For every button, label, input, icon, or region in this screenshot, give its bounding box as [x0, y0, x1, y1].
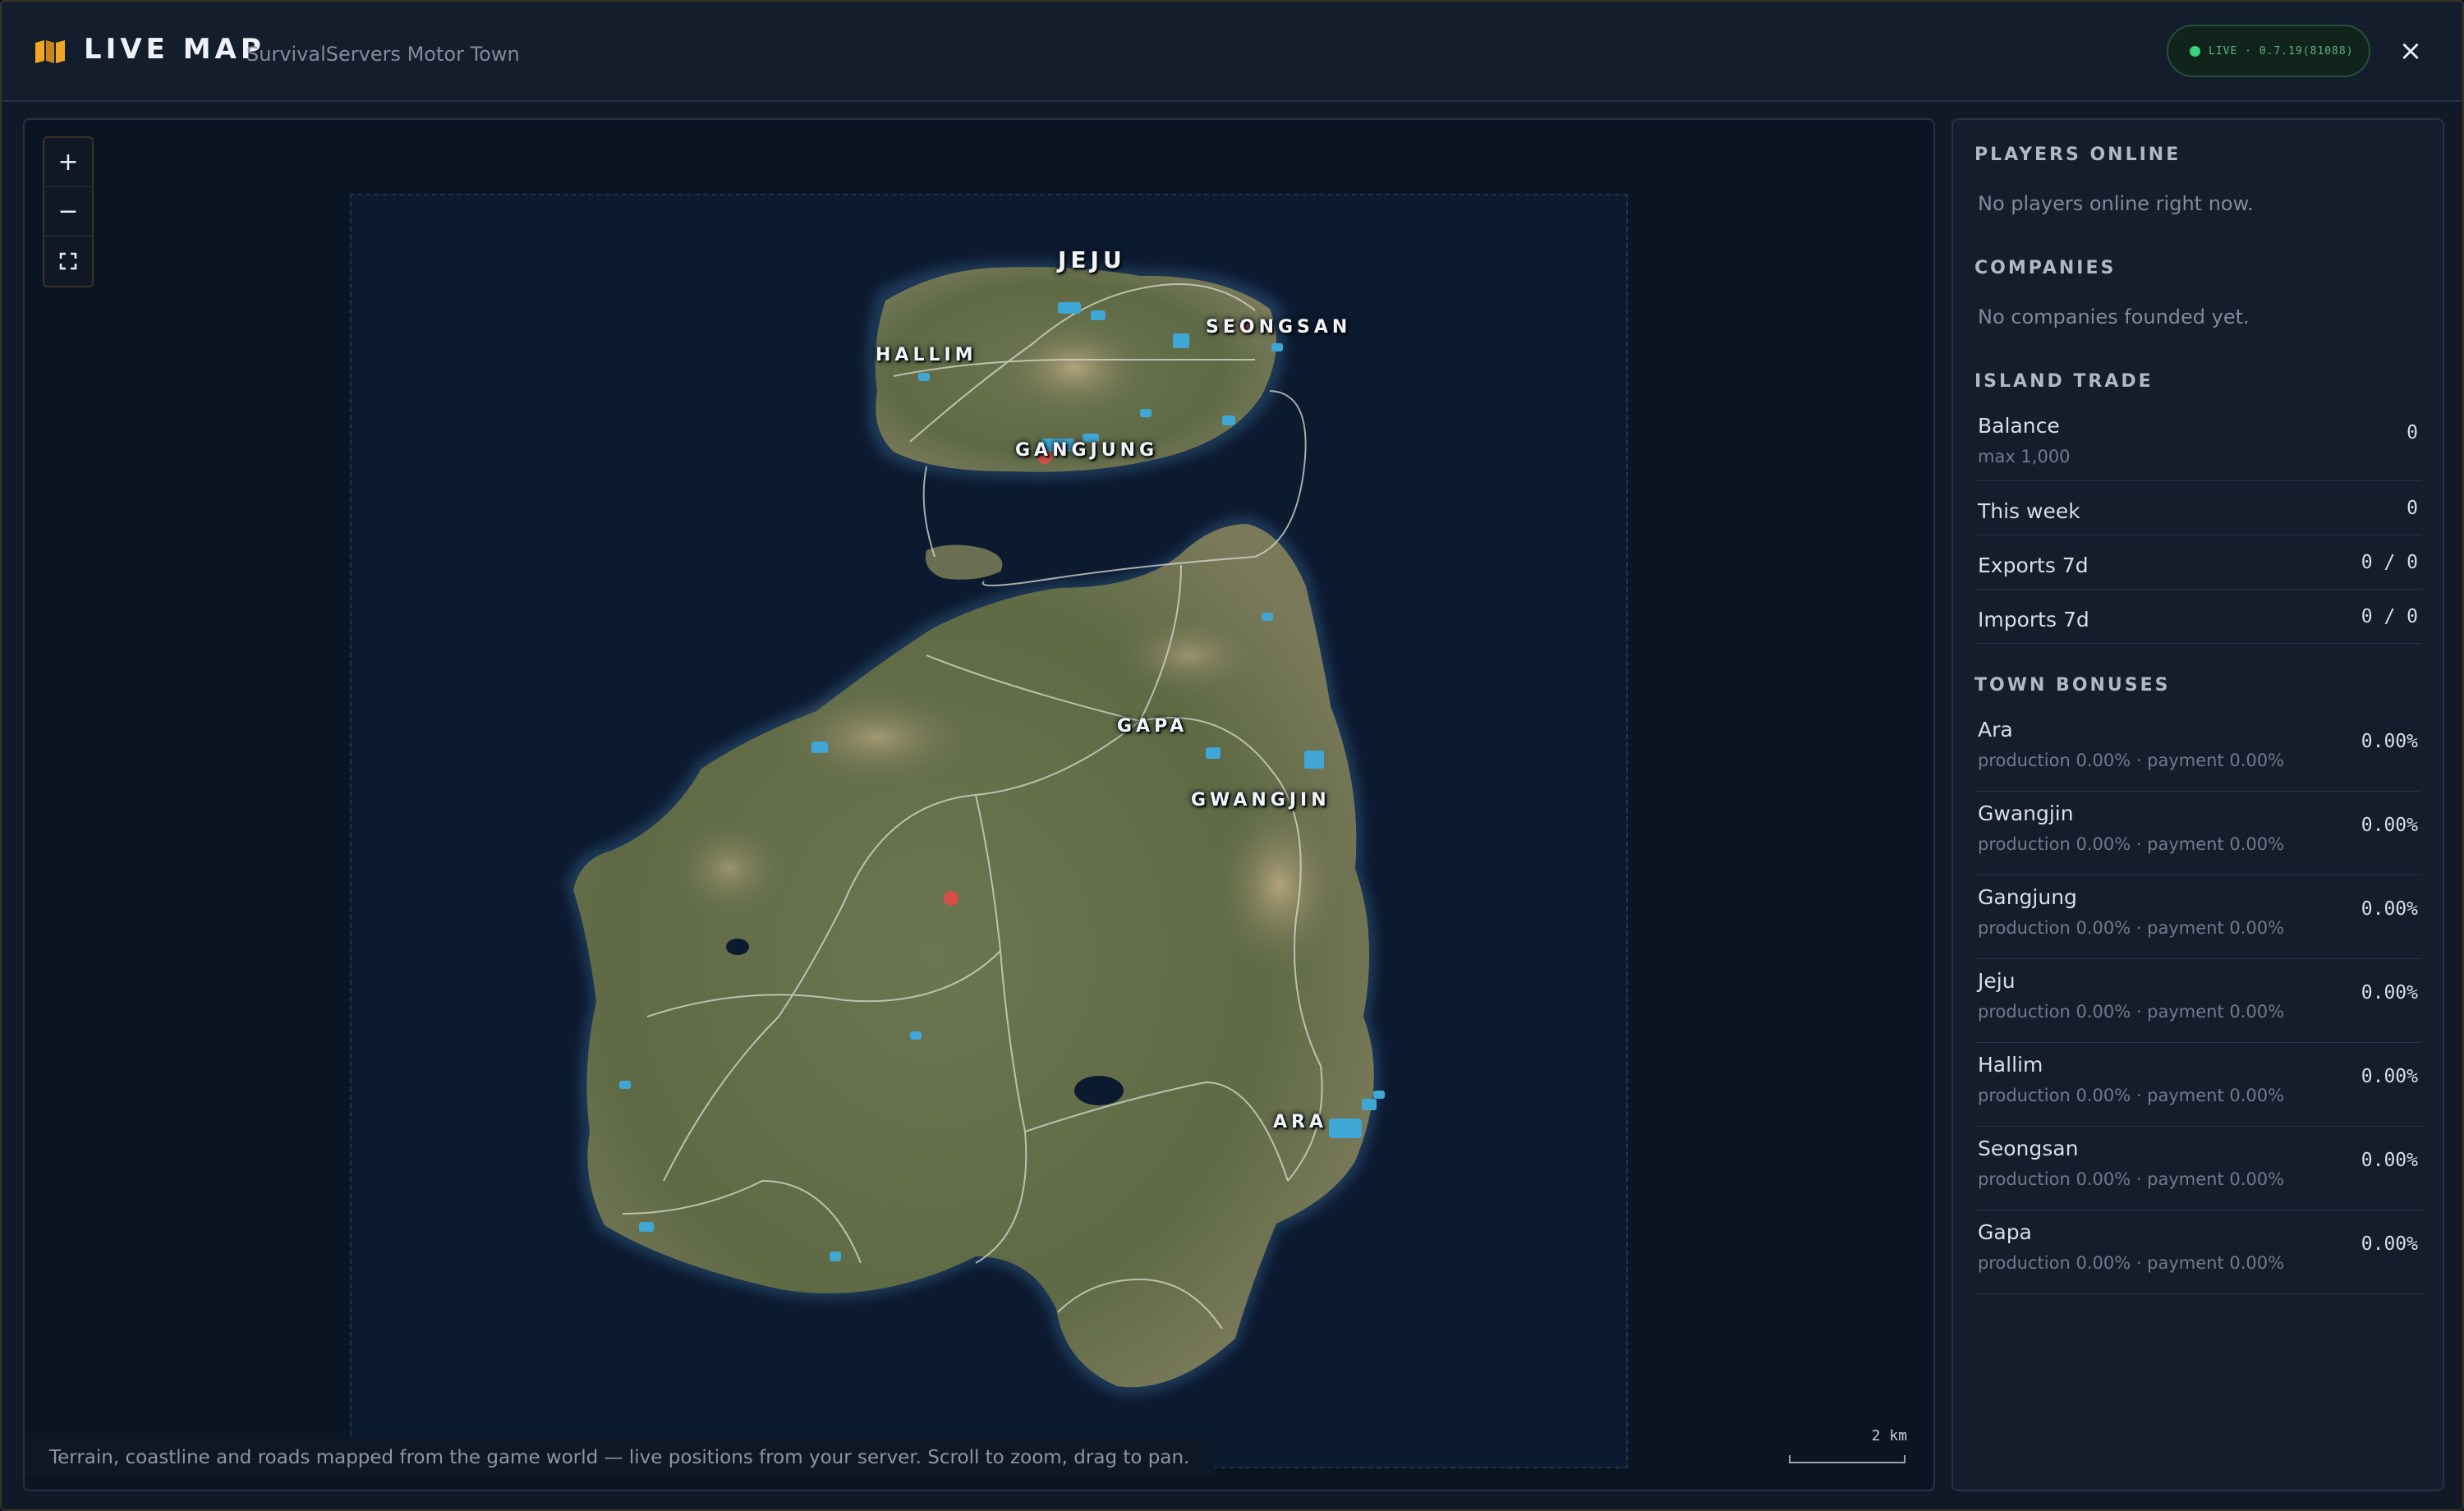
trade-row-value: 0	[2407, 498, 2418, 519]
players-section-title: PLAYERS ONLINE	[1974, 145, 2181, 165]
bonus-value: 0.00%	[2361, 898, 2418, 920]
bonus-row: Gapa production 0.00% · payment 0.00% 0.…	[1974, 1210, 2421, 1294]
page-title: LIVE MAP	[84, 33, 265, 66]
town-label-gapa: GAPA	[1117, 716, 1188, 737]
bonus-value: 0.00%	[2361, 1066, 2418, 1087]
bonus-details: production 0.00% · payment 0.00%	[1978, 918, 2285, 938]
bonus-details: production 0.00% · payment 0.00%	[1978, 1086, 2285, 1105]
close-button[interactable]: ×	[2393, 31, 2428, 71]
trade-row-label: Imports 7d	[1978, 608, 2089, 631]
town-label-gangjung: GANGJUNG	[1015, 440, 1159, 461]
bonus-row: Ara production 0.00% · payment 0.00% 0.0…	[1974, 708, 2421, 792]
scale-label: 2 km	[1871, 1427, 1907, 1444]
bonus-row: Jeju production 0.00% · payment 0.00% 0.…	[1974, 959, 2421, 1043]
bonus-row: Hallim production 0.00% · payment 0.00% …	[1974, 1043, 2421, 1127]
trade-row-label: This week	[1978, 499, 2080, 523]
trade-section-title: ISLAND TRADE	[1974, 371, 2154, 392]
live-dot-icon	[2190, 45, 2200, 57]
trade-row: This week 0	[1974, 481, 2421, 535]
bonus-town-name: Jeju	[1978, 969, 2016, 993]
town-label-seongsan: SEONGSAN	[1206, 317, 1352, 338]
trade-row-label: Balance	[1978, 414, 2060, 438]
header-bar: LIVE MAP SurvivalServers Motor Town LIVE…	[2, 2, 2462, 102]
trade-row: Exports 7d 0 / 0	[1974, 535, 2421, 590]
bonus-value: 0.00%	[2361, 731, 2418, 752]
trade-row-value: 0 / 0	[2361, 552, 2418, 573]
live-status-badge: LIVE · 0.7.19(81088)	[2167, 25, 2370, 77]
bonus-value: 0.00%	[2361, 982, 2418, 1004]
bonus-details: production 0.00% · payment 0.00%	[1978, 834, 2285, 854]
bonus-town-name: Ara	[1978, 718, 2013, 742]
town-label-jeju: JEJU	[1058, 246, 1126, 273]
fullscreen-button[interactable]	[44, 237, 92, 286]
bonus-town-name: Seongsan	[1978, 1137, 2079, 1160]
companies-section-title: COMPANIES	[1974, 258, 2117, 278]
trade-row: Imports 7d 0 / 0	[1974, 590, 2421, 644]
bonus-town-name: Gwangjin	[1978, 801, 2074, 825]
players-empty-message: No players online right now.	[1978, 192, 2254, 215]
bonus-details: production 0.00% · payment 0.00%	[1978, 751, 2285, 770]
info-sidebar: PLAYERS ONLINE No players online right n…	[1951, 118, 2444, 1491]
bonus-details: production 0.00% · payment 0.00%	[1978, 1002, 2285, 1022]
bonus-town-name: Gapa	[1978, 1220, 2032, 1244]
companies-empty-message: No companies founded yet.	[1978, 305, 2250, 328]
trade-row-label: Exports 7d	[1978, 553, 2089, 577]
map-canvas[interactable]: JEJU SEONGSAN HALLIM GANGJUNG GAPA GWANG…	[350, 194, 1628, 1468]
bonus-details: production 0.00% · payment 0.00%	[1978, 1253, 2285, 1273]
zoom-out-button[interactable]: −	[44, 187, 92, 237]
bonuses-section-title: TOWN BONUSES	[1974, 675, 2171, 696]
town-label-gwangjin: GWANGJIN	[1191, 790, 1331, 811]
bonus-row: Gangjung production 0.00% · payment 0.00…	[1974, 875, 2421, 959]
trade-row: Balance max 1,000 0	[1974, 404, 2421, 481]
bonus-value: 0.00%	[2361, 1150, 2418, 1171]
map-scale: 2 km	[1789, 1427, 1910, 1463]
bonus-value: 0.00%	[2361, 1233, 2418, 1255]
island-terrain	[565, 260, 1385, 1396]
bonus-row: Gwangjin production 0.00% · payment 0.00…	[1974, 792, 2421, 875]
scale-bar	[1789, 1455, 1905, 1463]
server-name: SurvivalServers Motor Town	[246, 43, 520, 66]
bonus-town-name: Hallim	[1978, 1053, 2043, 1077]
map-panel[interactable]: JEJU SEONGSAN HALLIM GANGJUNG GAPA GWANG…	[23, 118, 1935, 1491]
trade-row-sub: max 1,000	[1978, 447, 2071, 466]
trade-row-value: 0 / 0	[2361, 606, 2418, 627]
town-label-ara: ARA	[1273, 1112, 1327, 1132]
trade-row-value: 0	[2407, 422, 2418, 443]
bonus-value: 0.00%	[2361, 815, 2418, 836]
live-status-text: LIVE · 0.7.19(81088)	[2209, 44, 2354, 57]
map-attribution: Terrain, coastline and roads mapped from…	[25, 1439, 1215, 1477]
bonus-town-name: Gangjung	[1978, 885, 2077, 909]
fullscreen-icon	[59, 252, 77, 270]
bonus-details: production 0.00% · payment 0.00%	[1978, 1169, 2285, 1189]
town-label-hallim: HALLIM	[876, 345, 977, 365]
zoom-controls: + −	[43, 136, 94, 287]
live-map-window: LIVE MAP SurvivalServers Motor Town LIVE…	[0, 0, 2464, 1511]
map-icon	[35, 40, 65, 63]
bonus-row: Seongsan production 0.00% · payment 0.00…	[1974, 1127, 2421, 1210]
zoom-in-button[interactable]: +	[44, 138, 92, 187]
